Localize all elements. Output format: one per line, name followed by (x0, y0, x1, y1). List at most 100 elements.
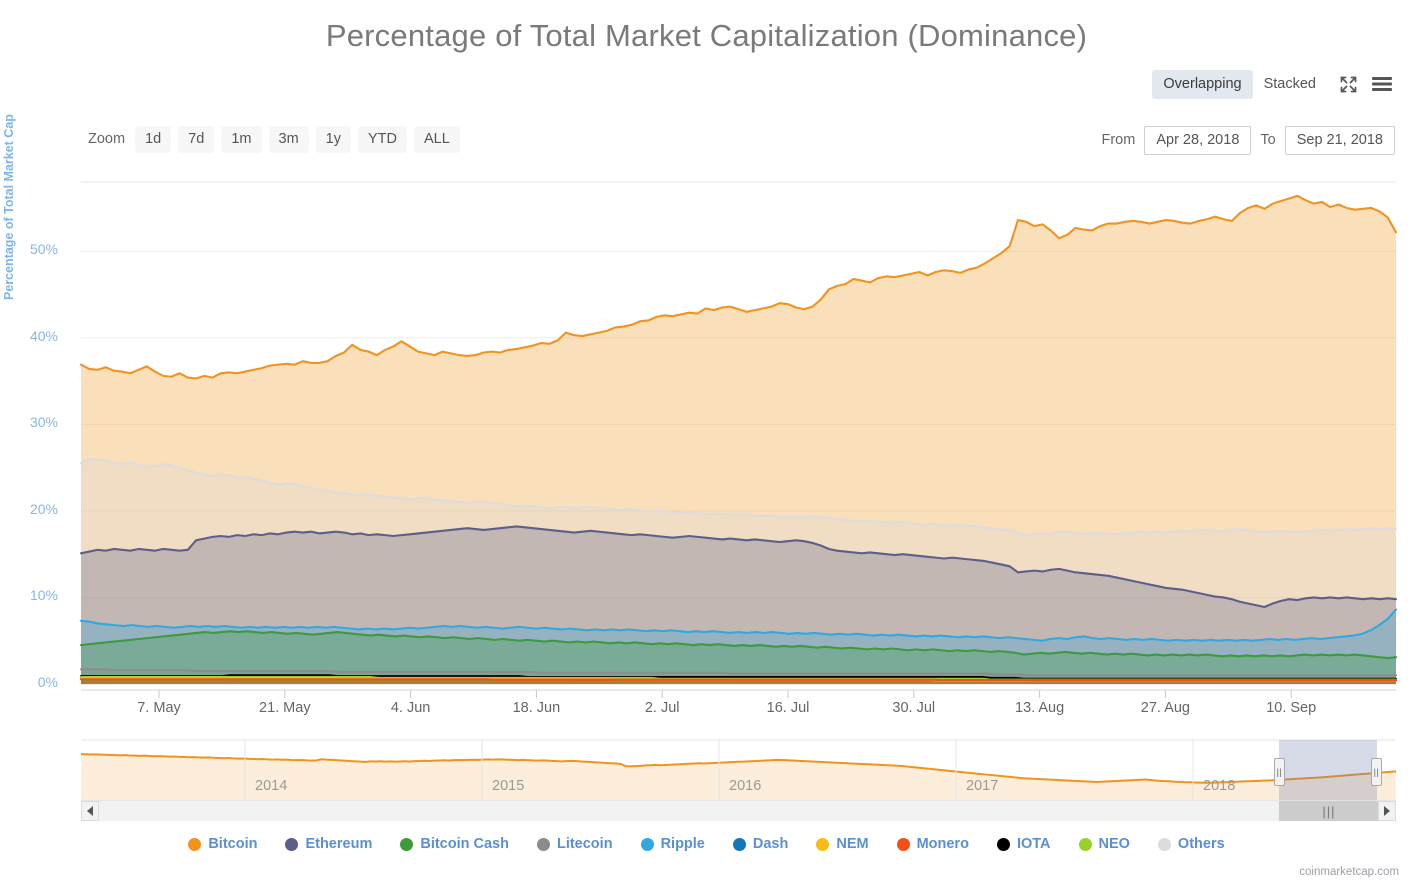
legend-item-litecoin[interactable]: Litecoin (536, 836, 613, 852)
navigator-year-label: 2017 (966, 778, 999, 794)
legend-item-dash[interactable]: Dash (732, 836, 789, 852)
series-line-ethereum[interactable] (79, 525, 1398, 609)
date-range-group: From Apr 28, 2018 To Sep 21, 2018 (1101, 126, 1395, 155)
dominance-chart-widget: Percentage of Total Market Capitalizatio… (0, 0, 1413, 889)
x-axis-tick-label: 18. Jun (512, 700, 561, 716)
navigator-year-label: 2015 (492, 778, 525, 794)
scrollbar-thumb-grip: ||| (1322, 803, 1336, 819)
legend-marker-icon (1157, 837, 1171, 851)
series-line-neo[interactable] (79, 676, 1398, 681)
series-line-iota[interactable] (79, 674, 1398, 680)
legend-marker-icon (536, 837, 550, 851)
legend-marker-icon (188, 837, 202, 851)
x-axis-tick-label: 30. Jul (892, 700, 936, 716)
series-line-nem[interactable] (79, 676, 1398, 682)
zoom-button-1y[interactable]: 1y (315, 126, 351, 153)
zoom-button-3m[interactable]: 3m (268, 126, 309, 153)
navigator-right-handle-grip: || (1373, 766, 1380, 777)
from-date-input[interactable]: Apr 28, 2018 (1144, 126, 1252, 155)
legend-marker-icon (896, 837, 910, 851)
navigator-year-label: 2018 (1203, 778, 1236, 794)
legend-marker-icon (732, 837, 746, 851)
legend-marker-icon (640, 837, 654, 851)
series-area-ripple (81, 609, 1396, 684)
zoom-button-group: Zoom 1d 7d 1m 3m 1y YTD ALL (88, 126, 460, 153)
view-mode-toggle-group: Overlapping Stacked (1152, 70, 1395, 99)
zoom-button-ytd[interactable]: YTD (358, 126, 407, 153)
y-axis-title: Percentage of Total Market Cap (2, 114, 16, 300)
legend-label: Monero (916, 836, 969, 852)
y-axis-tick-label: 40% (29, 327, 58, 344)
legend-item-ethereum[interactable]: Ethereum (285, 836, 372, 852)
series-line-ripple[interactable] (79, 608, 1398, 642)
legend-label: Others (1177, 836, 1225, 852)
series-line-bitcoin-cash[interactable] (79, 630, 1398, 660)
legend-item-bitcoin[interactable]: Bitcoin (188, 836, 257, 852)
x-axis-tick-label: 27. Aug (1140, 700, 1190, 716)
x-axis-tick-label: 10. Sep (1266, 700, 1317, 716)
scroll-right-arrow-icon[interactable] (1378, 801, 1396, 821)
legend-label: Bitcoin (208, 836, 258, 852)
navigator-left-handle[interactable]: || (1274, 758, 1285, 786)
legend-label: Bitcoin Cash (420, 836, 509, 852)
legend-item-bitcoin-cash[interactable]: Bitcoin Cash (400, 836, 509, 852)
legend-item-ripple[interactable]: Ripple (640, 836, 705, 852)
series-line-others[interactable] (79, 457, 1398, 537)
zoom-button-1d[interactable]: 1d (135, 126, 172, 153)
x-axis-tick-label: 4. Jun (390, 700, 431, 716)
chart-legend: Bitcoin Ethereum Bitcoin Cash Litecoin Rippl… (0, 836, 1413, 852)
legend-marker-icon (400, 837, 414, 851)
series-area-others (81, 458, 1396, 684)
legend-item-others[interactable]: Others (1157, 836, 1225, 852)
series-line-bitcoin[interactable] (79, 194, 1398, 380)
series-area-dash (81, 678, 1396, 684)
legend-label: Dash (752, 836, 789, 852)
legend-label: IOTA (1016, 836, 1051, 852)
hamburger-menu-icon[interactable] (1369, 71, 1395, 97)
legend-label: Litecoin (556, 836, 613, 852)
zoom-label: Zoom (88, 131, 126, 148)
series-line-monero[interactable] (79, 678, 1398, 682)
legend-marker-icon (285, 837, 299, 851)
legend-item-nem[interactable]: NEM (816, 836, 869, 852)
scrollbar-thumb[interactable]: ||| (1279, 801, 1379, 821)
fullscreen-icon[interactable] (1335, 71, 1361, 97)
y-axis-tick-label: 10% (29, 587, 58, 604)
navigator-right-handle[interactable]: || (1371, 758, 1382, 786)
scroll-left-arrow-icon[interactable] (81, 801, 99, 821)
series-area-ethereum (81, 526, 1396, 684)
series-line-litecoin[interactable] (79, 668, 1398, 677)
navigator-left-handle-grip: || (1276, 766, 1283, 777)
legend-marker-icon (1078, 837, 1092, 851)
legend-marker-icon (996, 837, 1010, 851)
x-axis-tick-label: 7. May (137, 700, 181, 716)
navigator-year-labels: 2014 2015 2016 2017 2018 (0, 778, 1413, 800)
series-area-litecoin (81, 669, 1396, 684)
legend-item-neo[interactable]: NEO (1078, 836, 1130, 852)
stacked-view-button[interactable]: Stacked (1253, 70, 1327, 99)
range-selector-row: Zoom 1d 7d 1m 3m 1y YTD ALL From Apr 28,… (0, 126, 1413, 158)
legend-item-iota[interactable]: IOTA (996, 836, 1051, 852)
y-axis-tick-label: 30% (29, 414, 58, 431)
series-area-neo (81, 677, 1396, 684)
zoom-button-all[interactable]: ALL (414, 126, 460, 153)
zoom-button-1m[interactable]: 1m (221, 126, 262, 153)
from-label: From (1101, 132, 1136, 149)
legend-item-monero[interactable]: Monero (896, 836, 969, 852)
series-line-dash[interactable] (79, 677, 1398, 682)
to-label: To (1260, 132, 1276, 149)
legend-label: Ethereum (305, 836, 373, 852)
legend-label: NEM (836, 836, 869, 852)
zoom-button-7d[interactable]: 7d (178, 126, 215, 153)
series-area-nem (81, 677, 1396, 684)
y-axis-tick-label: 0% (37, 674, 58, 690)
navigator-scrollbar[interactable]: ||| (81, 800, 1396, 821)
x-axis-tick-label: 13. Aug (1015, 700, 1065, 716)
page-title: Percentage of Total Market Capitalizatio… (325, 18, 1088, 53)
series-area-bitcoin (81, 195, 1396, 684)
to-date-input[interactable]: Sep 21, 2018 (1284, 126, 1395, 155)
overlapping-view-button[interactable]: Overlapping (1152, 70, 1253, 99)
x-axis-tick-label: 2. Jul (644, 700, 680, 716)
series-area-monero (81, 679, 1396, 684)
series-area-iota (81, 675, 1396, 684)
